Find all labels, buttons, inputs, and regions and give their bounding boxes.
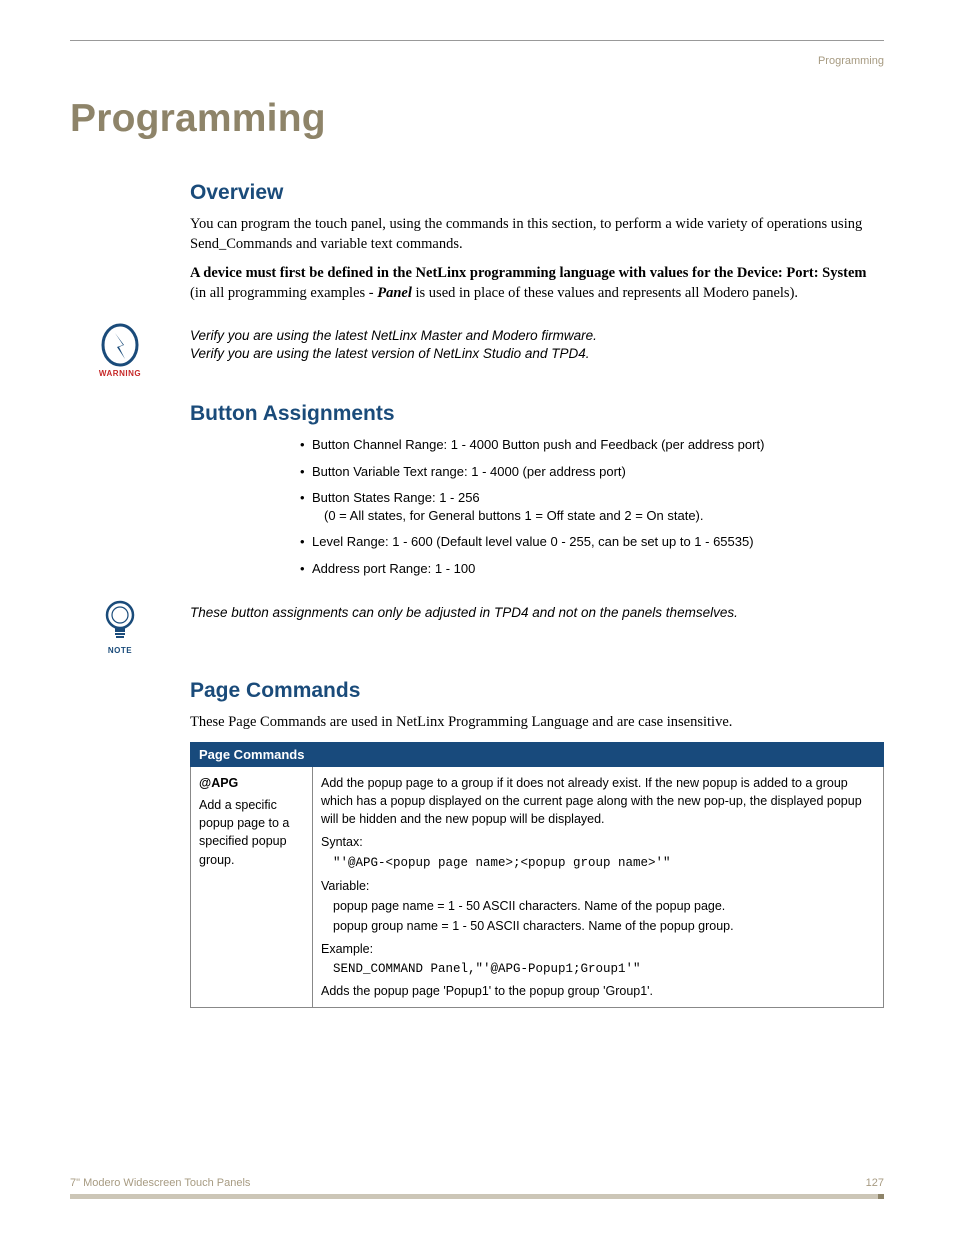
variable-2: popup group name = 1 - 50 ASCII characte… bbox=[321, 917, 875, 935]
overview-p2-d: is used in place of these values and rep… bbox=[412, 285, 798, 301]
breadcrumb: Programming bbox=[70, 55, 884, 67]
variable-label: Variable: bbox=[321, 877, 875, 895]
table-header: Page Commands bbox=[191, 743, 884, 767]
overview-p2-b: (in all programming examples - bbox=[190, 285, 377, 301]
cmd-left-cell: @APG Add a specific popup page to a spec… bbox=[191, 767, 313, 1008]
note-callout: NOTE These button assignments can only b… bbox=[70, 598, 884, 655]
cmd-name: @APG bbox=[199, 774, 304, 792]
syntax-code: "'@APG-<popup page name>;<popup group na… bbox=[321, 854, 875, 872]
overview-p2-bold: A device must first be defined in the Ne… bbox=[190, 265, 866, 281]
note-text: These button assignments can only be adj… bbox=[190, 598, 884, 622]
heading-page-commands: Page Commands bbox=[190, 679, 884, 703]
top-rule bbox=[70, 40, 884, 41]
warning-callout: WARNING Verify you are using the latest … bbox=[70, 321, 884, 378]
button-assignments-list: Button Channel Range: 1 - 4000 Button pu… bbox=[300, 436, 884, 577]
footer: 7" Modero Widescreen Touch Panels 127 bbox=[70, 1177, 884, 1189]
cmd-desc: Add a specific popup page to a specified… bbox=[199, 798, 289, 866]
list-item: Address port Range: 1 - 100 bbox=[300, 560, 884, 578]
warning-label: WARNING bbox=[99, 369, 141, 378]
heading-overview: Overview bbox=[190, 181, 884, 205]
list-item-main: Button States Range: 1 - 256 bbox=[312, 490, 480, 505]
footer-bar bbox=[70, 1194, 884, 1199]
page-number: 127 bbox=[866, 1177, 884, 1189]
list-item: Button Variable Text range: 1 - 4000 (pe… bbox=[300, 463, 884, 481]
footer-text: 7" Modero Widescreen Touch Panels bbox=[70, 1177, 250, 1189]
overview-p1: You can program the touch panel, using t… bbox=[190, 215, 884, 254]
variable-1: popup page name = 1 - 50 ASCII character… bbox=[321, 897, 875, 915]
syntax-label: Syntax: bbox=[321, 833, 875, 851]
overview-p2: A device must first be defined in the Ne… bbox=[190, 264, 884, 303]
table-row: @APG Add a specific popup page to a spec… bbox=[191, 767, 884, 1008]
list-item: Button States Range: 1 - 256 (0 = All st… bbox=[300, 489, 884, 524]
page-title: Programming bbox=[70, 97, 884, 141]
example-note: Adds the popup page 'Popup1' to the popu… bbox=[321, 982, 875, 1000]
note-label: NOTE bbox=[108, 646, 132, 655]
cmd-right-cell: Add the popup page to a group if it does… bbox=[313, 767, 884, 1008]
example-code: SEND_COMMAND Panel,"'@APG-Popup1;Group1'… bbox=[321, 960, 875, 978]
list-item: Button Channel Range: 1 - 4000 Button pu… bbox=[300, 436, 884, 454]
list-item: Level Range: 1 - 600 (Default level valu… bbox=[300, 533, 884, 551]
warning-icon bbox=[100, 323, 140, 367]
example-label: Example: bbox=[321, 940, 875, 958]
page-commands-table: Page Commands @APG Add a specific popup … bbox=[190, 742, 884, 1008]
warning-line2: Verify you are using the latest version … bbox=[190, 345, 884, 363]
warning-line1: Verify you are using the latest NetLinx … bbox=[190, 327, 884, 345]
overview-p2-panel: Panel bbox=[377, 285, 412, 301]
list-item-sub: (0 = All states, for General buttons 1 =… bbox=[312, 507, 884, 525]
heading-button-assignments: Button Assignments bbox=[190, 402, 884, 426]
cmd-description: Add the popup page to a group if it does… bbox=[321, 774, 875, 828]
page-commands-intro: These Page Commands are used in NetLinx … bbox=[190, 713, 884, 733]
note-icon bbox=[102, 600, 138, 644]
